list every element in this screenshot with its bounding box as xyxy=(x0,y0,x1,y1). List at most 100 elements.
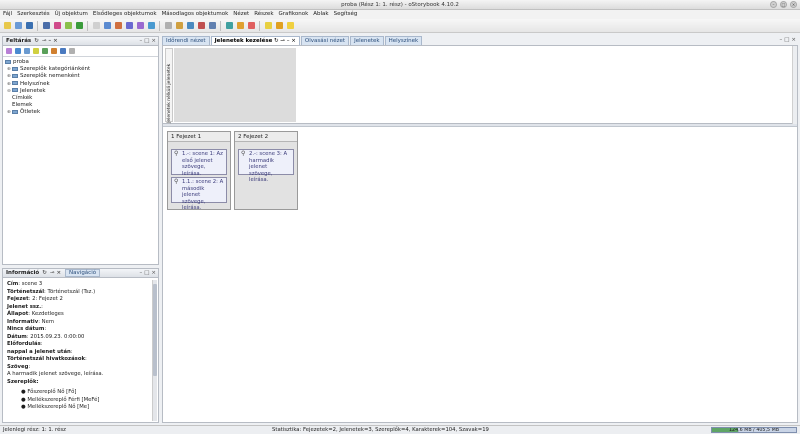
tree-item-label: Jelenetek xyxy=(20,87,46,94)
toolbar-button[interactable] xyxy=(163,21,173,31)
explorer-tool-button[interactable] xyxy=(68,47,76,55)
menu-primary-objects[interactable]: Elsődleges objektumok xyxy=(93,10,157,19)
split-divider[interactable] xyxy=(163,124,797,127)
refresh-icon[interactable]: ↻ xyxy=(42,270,47,276)
main-tab-label: Jelenetek kezelése xyxy=(214,38,273,44)
pin-icon[interactable]: ⊸ xyxy=(50,270,55,276)
toolbar-button[interactable] xyxy=(246,21,256,31)
panel-restore-icon[interactable]: □ xyxy=(144,270,149,276)
panel-minimize-icon[interactable]: – xyxy=(139,38,142,44)
explorer-tool-button[interactable] xyxy=(59,47,67,55)
toolbar-button[interactable] xyxy=(74,21,84,31)
explorer-tool-button[interactable] xyxy=(32,47,40,55)
toolbar-button[interactable] xyxy=(13,21,23,31)
panel-restore-icon[interactable]: □ xyxy=(144,38,149,44)
toolbar-button[interactable] xyxy=(185,21,195,31)
scene-card[interactable]: ⚲ 1.-: scene 1: Az első jelenet szövege, … xyxy=(171,149,227,177)
explorer-tool-button[interactable] xyxy=(14,47,22,55)
info-scrollbar[interactable] xyxy=(152,280,157,421)
close-tab-icon[interactable]: × xyxy=(56,270,61,276)
panel-close-icon[interactable]: × xyxy=(151,38,156,44)
menu-window[interactable]: Ablak xyxy=(313,10,328,19)
area-close-icon[interactable]: × xyxy=(791,37,796,43)
menu-help[interactable]: Segítség xyxy=(334,10,358,19)
close-button[interactable]: × xyxy=(790,1,797,8)
area-restore-icon[interactable]: □ xyxy=(784,37,789,43)
toolbar-button[interactable] xyxy=(196,21,206,31)
toolbar-button[interactable] xyxy=(224,21,234,31)
menu-secondary-objects[interactable]: Másodlagos objektumok xyxy=(162,10,229,19)
panel-close-icon[interactable]: × xyxy=(151,270,156,276)
toolbar-button[interactable] xyxy=(2,21,12,31)
tree-item[interactable]: ⊕ Szereplők nemenként xyxy=(5,73,156,80)
toolbar-button-icon xyxy=(53,22,61,29)
scrollbar-thumb[interactable] xyxy=(153,284,157,376)
toolbar-button[interactable] xyxy=(263,21,273,31)
main-tab[interactable]: Helyszínek xyxy=(384,36,423,45)
area-minimize-icon[interactable]: – xyxy=(779,37,782,43)
toolbar-button[interactable] xyxy=(24,21,34,31)
toolbar-button[interactable] xyxy=(102,21,112,31)
tab-navigation[interactable]: Navigáció xyxy=(65,269,101,277)
main-tab[interactable]: Időrendi nézet xyxy=(162,36,210,45)
menu-file[interactable]: Fájl xyxy=(3,10,12,19)
toolbar-button[interactable] xyxy=(235,21,245,31)
toolbar-button[interactable] xyxy=(63,21,73,31)
toolbar-button[interactable] xyxy=(146,21,156,31)
tree-item[interactable]: Címkék xyxy=(5,95,156,102)
info-line: Szöveg: xyxy=(7,363,31,370)
memory-indicator[interactable]: 124,6 MB / 405,5 MB xyxy=(711,427,797,433)
menu-view[interactable]: Nézet xyxy=(233,10,249,19)
toolbar-button[interactable] xyxy=(135,21,145,31)
tree-item[interactable]: ⊖ Jelenetek xyxy=(5,88,156,95)
edit-scene-icon[interactable]: ⚲ xyxy=(174,150,178,158)
toolbar-button-icon xyxy=(75,22,83,29)
toolbar-button[interactable] xyxy=(274,21,284,31)
edit-scene-icon[interactable]: ⚲ xyxy=(241,150,245,158)
folder-icon xyxy=(12,73,18,78)
explorer-header: Feltárás ↻ ⊸ – × – □ × xyxy=(3,37,158,46)
close-panel-icon[interactable]: × xyxy=(53,38,58,44)
info-tab-title[interactable]: Információ xyxy=(6,270,39,276)
toolbar-button[interactable] xyxy=(91,21,101,31)
toolbar-button-icon xyxy=(64,22,72,29)
explorer-tool-button[interactable] xyxy=(5,47,13,55)
toolbar-button[interactable] xyxy=(41,21,51,31)
chapter-column[interactable]: 1 Fejezet 1 ⚲ 1.-: scene 1: Az első jelene… xyxy=(167,131,231,211)
toolbar-button[interactable] xyxy=(285,21,295,31)
minimize-button[interactable]: – xyxy=(770,1,777,8)
menu-charts[interactable]: Grafikonok xyxy=(279,10,309,19)
explorer-tool-button[interactable] xyxy=(41,47,49,55)
unassigned-drop-zone[interactable] xyxy=(174,48,296,122)
maximize-button[interactable]: □ xyxy=(780,1,787,8)
refresh-icon[interactable]: ↻ xyxy=(34,38,39,44)
scene-card[interactable]: ⚲ 2.-: scene 3: A harmadik jelenet szöveg… xyxy=(238,149,294,183)
main-tab[interactable]: Olvasási nézet xyxy=(300,36,350,45)
toolbar-button[interactable] xyxy=(52,21,62,31)
menu-parts[interactable]: Részek xyxy=(254,10,273,19)
info-line: Történetszál: Történetszál (Tsz.) xyxy=(7,288,96,295)
explorer-tool-button[interactable] xyxy=(50,47,58,55)
scene-card[interactable]: ⚲ 1.1.: scene 2: A második jelenet szöveg… xyxy=(171,177,227,211)
unassigned-scrollbar[interactable] xyxy=(792,46,797,124)
toolbar-button[interactable] xyxy=(174,21,184,31)
edit-scene-icon[interactable]: ⚲ xyxy=(174,178,178,186)
pin-icon[interactable]: ⊸ xyxy=(42,38,47,44)
main-tab[interactable]: Jelenetek xyxy=(350,36,384,45)
tree-item-label: Szereplők kategóriánként xyxy=(20,66,91,73)
tree-item[interactable]: ⊕ Helyszínek xyxy=(5,81,156,88)
menu-new-object[interactable]: Új objektum xyxy=(55,10,88,19)
toolbar-button-icon xyxy=(197,22,205,29)
minimize-panel-icon[interactable]: – xyxy=(48,38,51,44)
info-characters-list: ● Főszereplő Nő [Fő] ● Mellékszereplő Fér… xyxy=(7,389,154,412)
tree-item[interactable]: ⊕ Ötletek xyxy=(5,109,156,116)
menu-edit[interactable]: Szerkesztés xyxy=(17,10,50,19)
chapter-column[interactable]: 2 Fejezet 2 ⚲ 2.-: scene 3: A harmadik jel… xyxy=(234,131,298,210)
toolbar-button[interactable] xyxy=(207,21,217,31)
toolbar-button[interactable] xyxy=(124,21,134,31)
explorer-tool-button[interactable] xyxy=(23,47,31,55)
main-tab[interactable]: Jelenetek kezelése ↻ ⊸ – × xyxy=(210,36,300,45)
panel-minimize-icon[interactable]: – xyxy=(139,270,142,276)
toolbar-button[interactable] xyxy=(113,21,123,31)
tab-controls[interactable]: ↻ ⊸ – × xyxy=(272,38,296,44)
